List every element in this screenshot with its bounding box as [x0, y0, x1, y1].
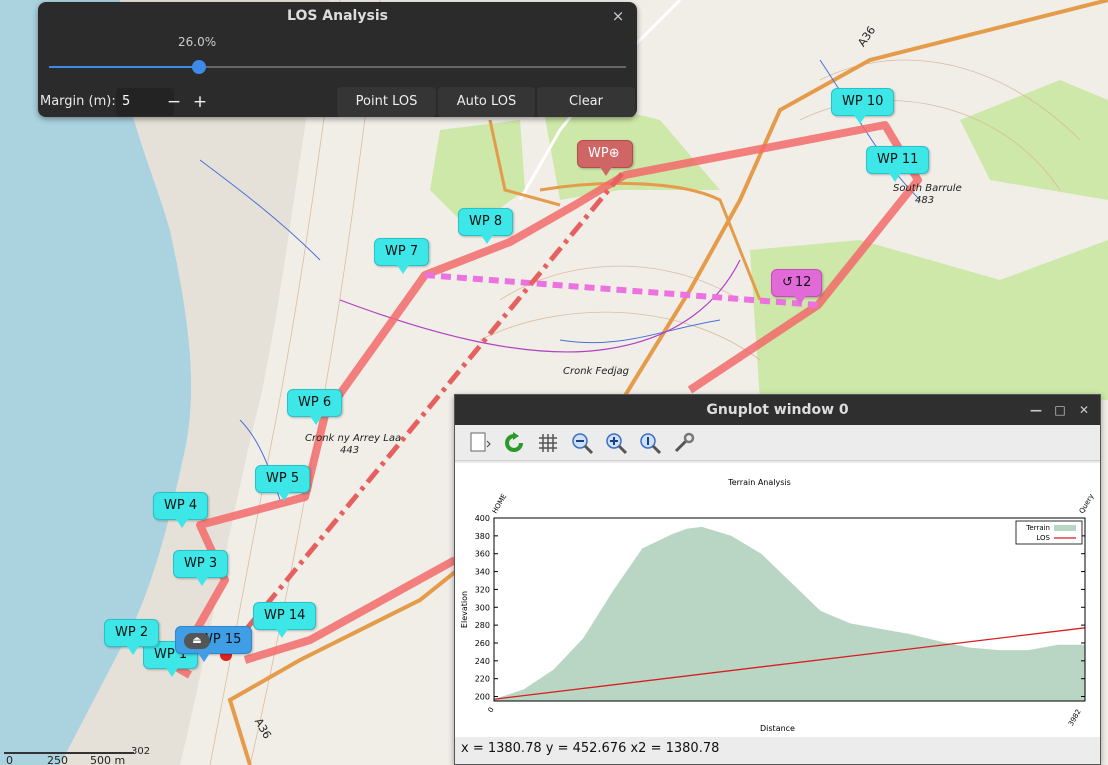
maximize-icon[interactable]: □	[1050, 395, 1070, 425]
y-tick-label: 320	[475, 585, 490, 594]
plot-toolbar	[455, 425, 1100, 461]
y-tick-label: 280	[475, 621, 490, 630]
scale-bar	[4, 752, 134, 754]
legend-label: Terrain	[1025, 524, 1050, 532]
top-label-query: Query	[1078, 493, 1096, 515]
x-tick-label: 3982	[1067, 708, 1083, 727]
waypoint-8[interactable]: WP 8	[458, 208, 514, 244]
peak-height: 443	[340, 445, 360, 456]
scale-250: 250	[47, 754, 68, 765]
increment-button[interactable]: +	[187, 88, 213, 116]
terrain-chart: 200 220 240 260 280 300 320 340 360 380 400 0 3982 HO…	[460, 478, 1096, 733]
top-label-home: HOME	[491, 493, 509, 515]
crosshair-icon: ⊕	[608, 146, 620, 161]
loop-icon: ↺	[782, 275, 793, 290]
slider-handle[interactable]	[192, 60, 207, 74]
waypoint-5[interactable]: WP 5	[255, 465, 311, 501]
x-axis-label: Distance	[760, 724, 795, 733]
zoom-out-icon[interactable]	[569, 430, 595, 456]
waypoint-6[interactable]: WP 6	[287, 389, 343, 425]
wood-area	[750, 240, 1108, 400]
waypoint-10[interactable]: WP 10	[831, 88, 895, 124]
margin-label: Margin (m):	[40, 94, 116, 109]
gnuplot-window: Gnuplot window 0 — □ ✕ 200 220 240 260 280 30…	[454, 394, 1101, 765]
los-analysis-window: LOS Analysis × 26.0% Margin (m): 5 − + P…	[38, 2, 637, 117]
x-tick-label: 0	[487, 706, 496, 714]
y-tick-label: 380	[475, 532, 490, 541]
replot-icon[interactable]	[501, 430, 527, 456]
peak-label: Cronk ny Arrey Laa	[305, 433, 402, 444]
waypoint-14[interactable]: WP 14	[253, 602, 317, 638]
y-tick-label: 200	[475, 693, 490, 702]
window-title: Gnuplot window 0	[706, 402, 849, 418]
slider-fill	[49, 66, 200, 68]
wood-area	[960, 80, 1108, 200]
los-slider[interactable]	[49, 60, 626, 74]
terrain-area	[494, 526, 1085, 701]
clear-button[interactable]: Clear	[537, 87, 635, 117]
slider-percent-label: 26.0%	[178, 35, 217, 49]
y-tick-label: 240	[475, 657, 490, 666]
close-icon[interactable]: ✕	[1074, 395, 1094, 425]
zoom-in-icon[interactable]	[603, 430, 629, 456]
window-titlebar[interactable]: Gnuplot window 0 — □ ✕	[455, 395, 1100, 425]
y-axis-label: Elevation	[460, 591, 469, 628]
waypoint-3[interactable]: WP 3	[173, 550, 229, 586]
auto-los-button[interactable]: Auto LOS	[438, 87, 535, 117]
peak-height: 483	[915, 195, 935, 206]
waypoint-4[interactable]: WP 4	[153, 492, 209, 528]
y-tick-label: 260	[475, 639, 490, 648]
y-tick-label: 360	[475, 550, 490, 559]
y-tick-label: 400	[475, 514, 490, 523]
grid-icon[interactable]	[535, 430, 561, 456]
peak-label: South Barrule	[893, 183, 962, 194]
export-icon[interactable]	[467, 430, 493, 456]
settings-icon[interactable]	[671, 430, 697, 456]
zoom-reset-icon[interactable]	[637, 430, 663, 456]
waypoint-12[interactable]: ↺ 12	[771, 269, 823, 305]
scale-500: 500 m	[90, 754, 126, 765]
close-icon[interactable]: ×	[609, 7, 627, 25]
y-tick-label: 340	[475, 568, 490, 577]
waypoint-7[interactable]: WP 7	[374, 238, 430, 274]
waypoint-2[interactable]: WP 2	[104, 619, 160, 655]
y-tick-label: 300	[475, 603, 490, 612]
legend-swatch	[1054, 525, 1076, 531]
y-tick-label: 220	[475, 675, 490, 684]
place-label: Cronk Fedjag	[563, 366, 630, 377]
waypoint-9-query[interactable]: WP⊕	[577, 140, 633, 176]
minimize-icon[interactable]: —	[1026, 395, 1046, 425]
waypoint-11[interactable]: WP 11	[866, 146, 930, 182]
plot-area[interactable]: 200 220 240 260 280 300 320 340 360 380 400 0 3982 HO…	[455, 463, 1100, 737]
chart-title: Terrain Analysis	[727, 478, 791, 487]
window-title: LOS Analysis	[287, 8, 388, 24]
scale-zero: 0	[6, 754, 13, 765]
legend-label: LOS	[1036, 534, 1050, 542]
waypoint-15[interactable]: ⏏ WP 15	[175, 626, 253, 662]
point-los-button[interactable]: Point LOS	[337, 87, 436, 117]
eject-icon: ⏏	[184, 633, 210, 649]
cursor-status: x = 1380.78 y = 452.676 x2 = 1380.78	[461, 741, 720, 756]
decrement-button[interactable]: −	[161, 88, 187, 116]
